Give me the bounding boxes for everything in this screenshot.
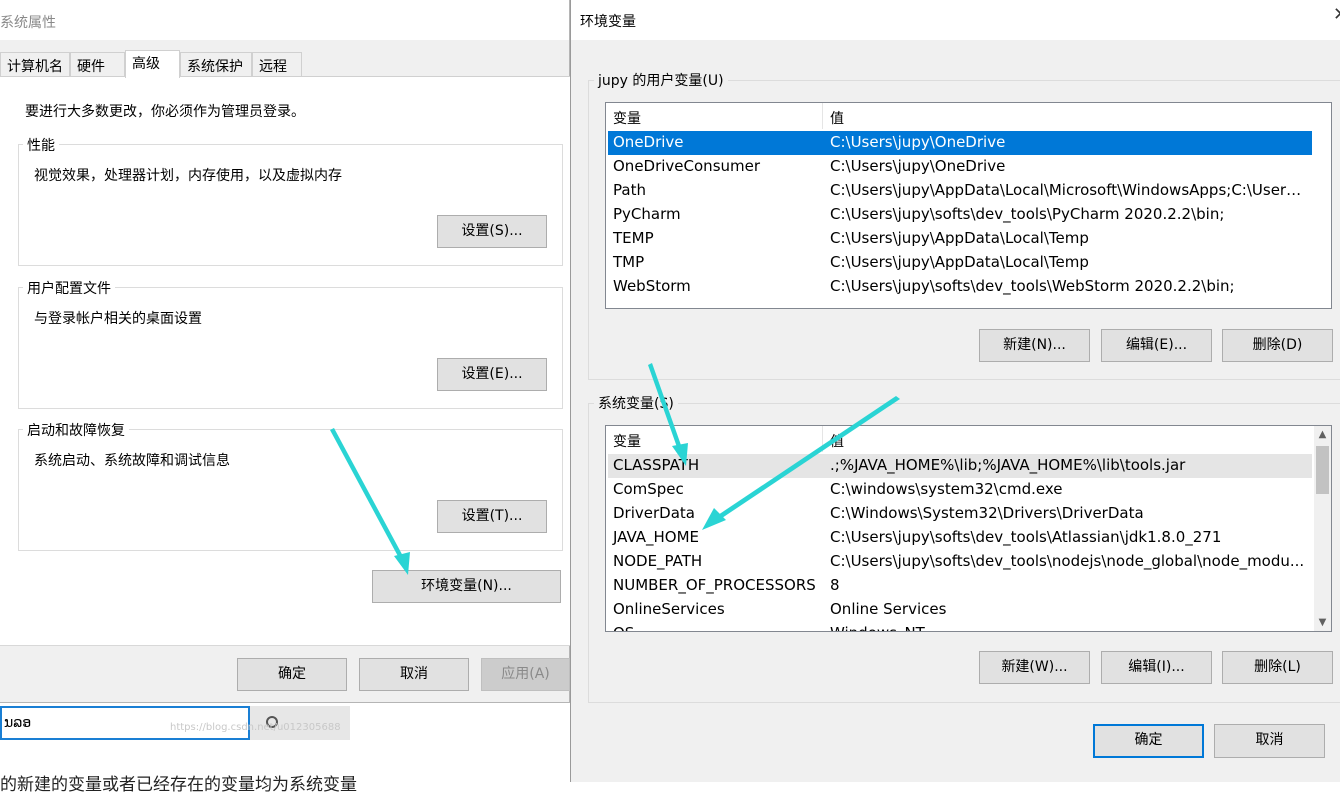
column-header-variable[interactable]: 变量	[613, 431, 641, 451]
system-variables-list[interactable]: 变量 值 CLASSPATH .;%JAVA_HOME%\lib;%JAVA_HO…	[605, 425, 1332, 632]
list-header: 变量 值	[606, 426, 1331, 452]
user-delete-button[interactable]: 删除(D)	[1222, 329, 1333, 362]
table-row[interactable]: JAVA_HOME C:\Users\jupy\softs\dev_tools\A…	[608, 526, 1312, 550]
performance-group: 性能 视觉效果，处理器计划，内存使用，以及虚拟内存 设置(S)...	[18, 135, 563, 266]
window-title: 系统属性	[0, 15, 56, 31]
group-label: 性能	[23, 135, 59, 155]
table-row[interactable]: NODE_PATH C:\Users\jupy\softs\dev_tools\n…	[608, 550, 1312, 574]
table-row[interactable]: ComSpec C:\windows\system32\cmd.exe	[608, 478, 1312, 502]
table-row[interactable]: OSWindows_NT	[608, 622, 1312, 631]
watermark: https://blog.csdn.net/u012305688	[170, 722, 341, 733]
section-label: 系统变量(S)	[594, 393, 678, 413]
window-title: 环境变量	[580, 14, 636, 30]
user-variables-list[interactable]: 变量 值 OneDrive C:\Users\jupy\OneDrive OneD…	[605, 102, 1332, 309]
scroll-up-icon[interactable]: ▲	[1314, 426, 1331, 443]
user-profiles-settings-button[interactable]: 设置(E)...	[437, 358, 547, 391]
tab-remote[interactable]: 远程	[252, 52, 302, 77]
list-header: 变量 值	[606, 103, 1331, 129]
system-edit-button[interactable]: 编辑(I)...	[1101, 651, 1212, 684]
table-row[interactable]: WebStorm C:\Users\jupy\softs\dev_tools\We…	[608, 275, 1312, 299]
user-profiles-group: 用户配置文件 与登录帐户相关的桌面设置 设置(E)...	[18, 278, 563, 409]
cancel-button[interactable]: 取消	[359, 658, 469, 691]
table-row[interactable]: NUMBER_OF_PROCESSORS 8	[608, 574, 1312, 598]
column-header-variable[interactable]: 变量	[613, 108, 641, 128]
group-description: 视觉效果，处理器计划，内存使用，以及虚拟内存	[34, 168, 342, 184]
scroll-down-icon[interactable]: ▼	[1314, 614, 1331, 631]
column-header-value[interactable]: 值	[830, 108, 844, 128]
system-delete-button[interactable]: 删除(L)	[1222, 651, 1333, 684]
group-label: 用户配置文件	[23, 278, 115, 298]
column-separator[interactable]	[822, 103, 823, 129]
admin-note: 要进行大多数更改，你必须作为管理员登录。	[25, 104, 305, 120]
system-variables-section: 系统变量(S) 变量 值 CLASSPATH .;%JAVA_HOME%\lib;…	[588, 393, 1340, 703]
user-variables-section: jupy 的用户变量(U) 变量 值 OneDrive C:\Users\jupy…	[588, 70, 1340, 380]
startup-recovery-group: 启动和故障恢复 系统启动、系统故障和调试信息 设置(T)...	[18, 420, 563, 551]
column-header-value[interactable]: 值	[830, 431, 844, 451]
background-text: 的新建的变量或者已经存在的变量均为系统变量	[0, 775, 357, 795]
apply-button: 应用(A)	[481, 658, 570, 691]
title-bar[interactable]: 环境变量 ✕	[571, 0, 1340, 40]
section-label: jupy 的用户变量(U)	[594, 70, 728, 90]
table-row[interactable]: OneDrive C:\Users\jupy\OneDrive	[608, 131, 1312, 155]
table-row[interactable]: CLASSPATH .;%JAVA_HOME%\lib;%JAVA_HOME%\l…	[608, 454, 1312, 478]
env-cancel-button[interactable]: 取消	[1214, 724, 1325, 758]
performance-settings-button[interactable]: 设置(S)...	[437, 215, 547, 248]
group-description: 与登录帐户相关的桌面设置	[34, 311, 202, 327]
startup-recovery-settings-button[interactable]: 设置(T)...	[437, 500, 547, 533]
env-ok-button[interactable]: 确定	[1093, 724, 1204, 758]
table-row[interactable]: TMP C:\Users\jupy\AppData\Local\Temp	[608, 251, 1312, 275]
system-new-button[interactable]: 新建(W)...	[979, 651, 1090, 684]
tab-system-protection[interactable]: 系统保护	[180, 52, 252, 77]
tab-computer-name[interactable]: 计算机名	[0, 52, 70, 77]
table-row[interactable]: OneDriveConsumer C:\Users\jupy\OneDrive	[608, 155, 1312, 179]
scroll-thumb[interactable]	[1316, 446, 1329, 494]
table-row[interactable]: TEMP C:\Users\jupy\AppData\Local\Temp	[608, 227, 1312, 251]
system-properties-window: 系统属性 计算机名 硬件 高级 系统保护 远程 要进行大多数更改，你必须作为管理…	[0, 0, 570, 703]
advanced-panel: 要进行大多数更改，你必须作为管理员登录。 性能 视觉效果，处理器计划，内存使用，…	[0, 76, 570, 646]
column-separator[interactable]	[822, 426, 823, 452]
table-row[interactable]: DriverData C:\Windows\System32\Drivers\Dr…	[608, 502, 1312, 526]
tab-advanced[interactable]: 高级	[125, 50, 180, 78]
group-description: 系统启动、系统故障和调试信息	[34, 453, 230, 469]
user-edit-button[interactable]: 编辑(E)...	[1101, 329, 1212, 362]
tab-hardware[interactable]: 硬件	[70, 52, 125, 77]
user-new-button[interactable]: 新建(N)...	[979, 329, 1090, 362]
vertical-scrollbar[interactable]: ▲ ▼	[1314, 426, 1331, 631]
title-bar[interactable]: 系统属性	[0, 0, 569, 40]
group-label: 启动和故障恢复	[23, 420, 129, 440]
close-icon[interactable]: ✕	[1333, 4, 1340, 34]
table-row[interactable]: Path C:\Users\jupy\AppData\Local\Microsof…	[608, 179, 1312, 203]
table-row[interactable]: PyCharm C:\Users\jupy\softs\dev_tools\PyC…	[608, 203, 1312, 227]
environment-variables-button[interactable]: 环境变量(N)...	[372, 570, 561, 603]
table-row[interactable]: OnlineServices Online Services	[608, 598, 1312, 622]
environment-variables-window: 环境变量 ✕ jupy 的用户变量(U) 变量 值 OneDriveC:\Use…	[570, 0, 1340, 782]
ok-button[interactable]: 确定	[237, 658, 347, 691]
